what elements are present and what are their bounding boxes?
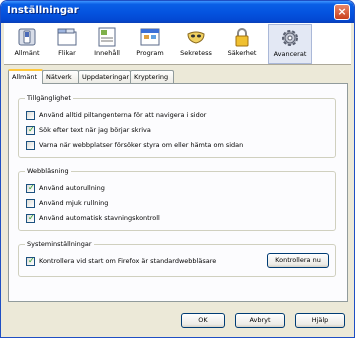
checkbox[interactable]: ✓ [26,125,35,135]
checkmark-icon: ✓ [28,213,35,222]
help-button[interactable]: Hjälp [295,313,345,328]
lock-icon [235,28,249,47]
close-button[interactable]: × [334,4,350,20]
applications-icon [140,28,160,46]
cancel-button[interactable]: Avbryt [235,313,285,328]
checkbox[interactable] [26,199,35,208]
browsing-group: Webbläsning ✓ Använd autorullning Använd… [18,167,336,231]
window-title: Inställningar [7,5,79,16]
toolbar-innehall[interactable]: Innehåll [90,24,124,64]
toolbar-allmant[interactable]: Allmänt [10,24,44,64]
accessibility-title: Tillgänglighet [25,94,73,102]
preferences-toolbar: Allmänt Flikar Innehåll Program Sekretes… [4,23,351,65]
checkbox[interactable]: ✓ [26,256,35,266]
tab-kryptering[interactable]: Kryptering [130,70,174,83]
ok-button[interactable]: OK [181,313,225,328]
check-now-button[interactable]: Kontrollera nu [267,253,329,268]
checkmark-icon: ✓ [28,125,35,134]
toolbar-flikar[interactable]: Flikar [52,24,82,64]
preferences-window: Inställningar × Allmänt Flikar Innehåll … [0,0,355,338]
checkbox[interactable] [26,141,35,150]
content-icon [98,27,116,47]
toolbar-avancerat[interactable]: Avancerat [268,24,312,64]
toolbar-program[interactable]: Program [132,24,168,64]
toolbar-sakerhet[interactable]: Säkerhet [224,24,260,64]
tab-allmant[interactable]: Allmänt [8,69,43,84]
checkmark-icon: ✓ [28,256,35,265]
toolbar-sekretess[interactable]: Sekretess [176,24,216,64]
checkbox[interactable] [26,111,35,120]
tab-uppdateringar[interactable]: Uppdateringar [78,70,131,83]
checkbox[interactable]: ✓ [26,183,35,193]
tab-natverk[interactable]: Nätverk [42,70,79,83]
checkbox[interactable]: ✓ [26,213,35,223]
accessibility-group: Tillgänglighet Använd alltid piltangente… [18,94,336,158]
system-title: Systeminställningar [25,240,94,248]
switch-icon [18,28,36,46]
tabs-icon [57,28,77,46]
mask-icon [187,31,205,44]
checkmark-icon: ✓ [28,183,35,192]
browsing-title: Webbläsning [25,167,71,175]
gear-icon [282,30,298,46]
title-bar[interactable]: Inställningar × [1,1,354,23]
system-group: Systeminställningar ✓ Kontrollera vid st… [18,240,336,277]
